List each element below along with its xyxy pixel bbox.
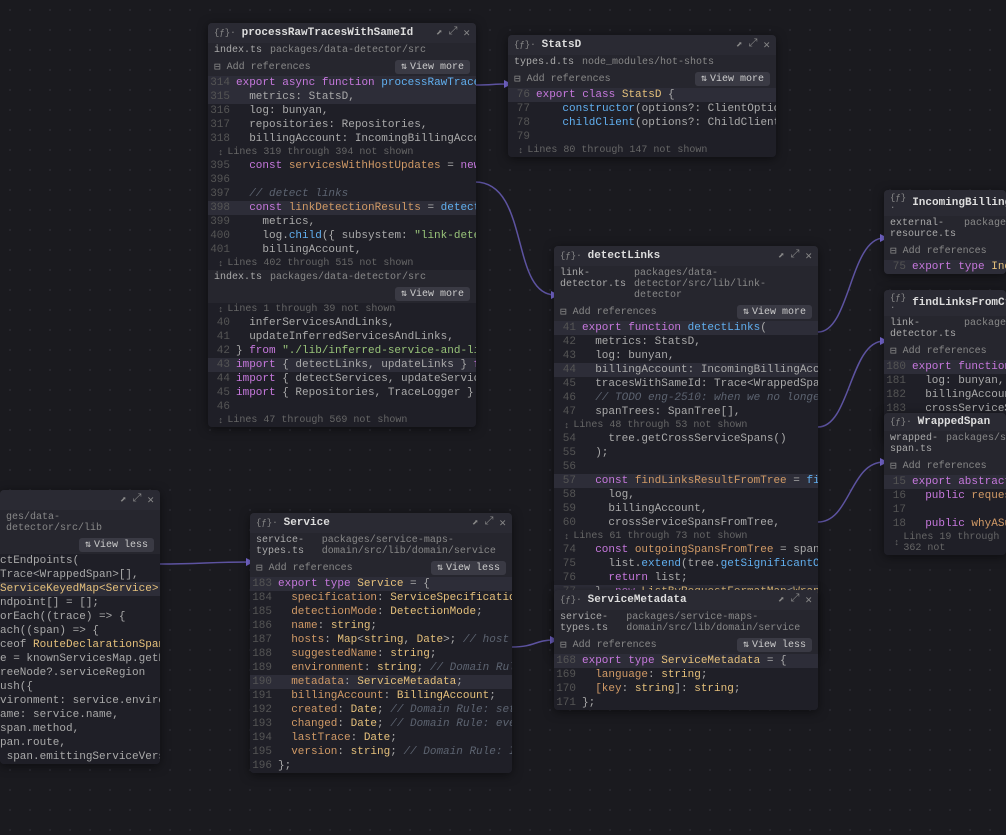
panel-title: IncomingBillingAccount <box>912 197 1006 209</box>
open-icon[interactable]: ⬈ <box>778 593 785 607</box>
add-references-button[interactable]: Add references <box>527 74 611 85</box>
close-icon[interactable]: ✕ <box>499 516 506 530</box>
expand-icon[interactable]: ⤢ <box>749 38 758 52</box>
panel-title: findLinksFromCrossServ <box>912 297 1006 309</box>
panel-header[interactable]: {ƒ}· detectLinks ⬈ ⤢ ✕ <box>554 246 818 266</box>
panel-incoming-billing-account: {ƒ}· IncomingBillingAccount external-res… <box>884 190 1006 274</box>
code-block[interactable]: 168export type ServiceMetadata = { 169 l… <box>554 654 818 710</box>
panel-header[interactable]: {ƒ}· IncomingBillingAccount <box>884 190 1006 216</box>
add-references-button[interactable]: Add references <box>903 346 987 357</box>
panel-file-path: ges/data-detector/src/lib <box>0 510 160 536</box>
view-less-button[interactable]: ⇅View less <box>79 538 154 552</box>
fold-indicator[interactable]: ↕Lines 1 through 39 not shown <box>208 303 476 316</box>
open-icon[interactable]: ⬈ <box>778 249 785 263</box>
code-block-2[interactable]: ↕Lines 1 through 39 not shown 40 inferSe… <box>208 303 476 427</box>
code-block[interactable]: 15export abstract class Wra 16 public re… <box>884 475 1006 555</box>
panel-file-path: wrapped-span.ts packages/ser <box>884 431 1006 457</box>
symbol-badge: {ƒ}· <box>890 417 912 427</box>
collapse-icon[interactable]: ⊟ <box>256 561 263 575</box>
collapse-icon[interactable]: ⊟ <box>560 305 567 319</box>
expand-icon[interactable]: ⤢ <box>791 249 800 263</box>
expand-icon[interactable]: ⤢ <box>791 593 800 607</box>
panel-file-path: index.ts packages/data-detector/src <box>208 43 476 58</box>
code-block[interactable]: 75export type IncomingBilli <box>884 260 1006 274</box>
symbol-badge: {ƒ}· <box>890 193 906 213</box>
symbol-badge: {ƒ}· <box>560 251 582 261</box>
symbol-badge: {ƒ}· <box>514 40 536 50</box>
panel-title: detectLinks <box>588 250 661 262</box>
expand-icon[interactable]: ⤢ <box>485 516 494 530</box>
fold-indicator[interactable]: ↕Lines 61 through 73 not shown <box>554 530 818 543</box>
symbol-badge: {ƒ}· <box>890 293 906 313</box>
expand-icon[interactable]: ⤢ <box>133 493 142 507</box>
collapse-icon[interactable]: ⊟ <box>890 459 897 473</box>
symbol-badge: {ƒ}· <box>256 518 278 528</box>
fold-indicator[interactable]: ↕Lines 48 through 53 not shown <box>554 419 818 432</box>
fold-indicator[interactable]: ↕Lines 319 through 394 not shown <box>208 146 476 159</box>
code-block[interactable]: 76export class StatsD { 77 constructor(o… <box>508 88 776 157</box>
open-icon[interactable]: ⬈ <box>120 493 127 507</box>
add-references-button[interactable]: Add references <box>573 640 657 651</box>
code-block[interactable]: 183export type Service = { 184 specifica… <box>250 577 512 773</box>
fold-indicator[interactable]: ↕Lines 402 through 515 not shown <box>208 257 476 270</box>
open-icon[interactable]: ⬈ <box>472 516 479 530</box>
code-block[interactable]: ctEndpoints( Trace<WrappedSpan>[], Servi… <box>0 554 160 764</box>
symbol-badge: {ƒ}· <box>214 28 236 38</box>
close-icon[interactable]: ✕ <box>463 26 470 40</box>
expand-icon[interactable]: ⤢ <box>449 26 458 40</box>
panel-title: Service <box>284 517 330 529</box>
panel-header[interactable]: {ƒ}· Service ⬈ ⤢ ✕ <box>250 513 512 533</box>
view-more-button[interactable]: ⇅View more <box>695 72 770 86</box>
open-icon[interactable]: ⬈ <box>736 38 743 52</box>
add-references-button[interactable]: Add references <box>903 246 987 257</box>
add-references-button[interactable]: Add references <box>903 461 987 472</box>
panel-file-path: service-types.ts packages/service-maps-d… <box>554 610 818 636</box>
close-icon[interactable]: ✕ <box>805 593 812 607</box>
collapse-icon[interactable]: ⊟ <box>890 344 897 358</box>
fold-indicator[interactable]: ↕Lines 19 through 362 not <box>884 531 1006 555</box>
panel-header[interactable]: {ƒ}· WrappedSpan <box>884 413 1006 431</box>
collapse-icon[interactable]: ⊟ <box>560 638 567 652</box>
add-references-button[interactable]: Add references <box>269 563 353 574</box>
collapse-icon[interactable]: ⊟ <box>214 60 221 74</box>
panel-file-path: external-resource.ts packages/data <box>884 216 1006 242</box>
view-less-button[interactable]: ⇅View less <box>431 561 506 575</box>
panel-title: WrappedSpan <box>918 416 991 428</box>
panel-left-clipped: ⬈ ⤢ ✕ ges/data-detector/src/lib ⇅View le… <box>0 490 160 764</box>
fold-indicator[interactable]: ↕Lines 80 through 147 not shown <box>508 144 776 157</box>
collapse-icon[interactable]: ⊟ <box>514 72 521 86</box>
panel-file-path: link-detector.ts packages/data <box>884 316 1006 342</box>
panel-wrapped-span: {ƒ}· WrappedSpan wrapped-span.ts package… <box>884 413 1006 555</box>
code-block[interactable]: 314export async function processRawTrace… <box>208 76 476 270</box>
panel-service: {ƒ}· Service ⬈ ⤢ ✕ service-types.ts pack… <box>250 513 512 773</box>
panel-title: ServiceMetadata <box>588 594 687 606</box>
panel-file-path-2: index.ts packages/data-detector/src <box>208 270 476 285</box>
panel-header[interactable]: ⬈ ⤢ ✕ <box>0 490 160 510</box>
close-icon[interactable]: ✕ <box>763 38 770 52</box>
panel-header[interactable]: {ƒ}· ServiceMetadata ⬈ ⤢ ✕ <box>554 590 818 610</box>
panel-title: StatsD <box>542 39 582 51</box>
open-icon[interactable]: ⬈ <box>436 26 443 40</box>
panel-service-metadata: {ƒ}· ServiceMetadata ⬈ ⤢ ✕ service-types… <box>554 590 818 710</box>
panel-statsd: {ƒ}· StatsD ⬈ ⤢ ✕ types.d.ts node_module… <box>508 35 776 157</box>
view-more-button[interactable]: ⇅View more <box>737 305 812 319</box>
view-more-button[interactable]: ⇅View more <box>395 287 470 301</box>
add-references-button[interactable]: Add references <box>573 307 657 318</box>
panel-file-path: link-detector.ts packages/data-detector/… <box>554 266 818 303</box>
fold-indicator[interactable]: ↕Lines 47 through 569 not shown <box>208 414 476 427</box>
panel-header[interactable]: {ƒ}· findLinksFromCrossServ <box>884 290 1006 316</box>
close-icon[interactable]: ✕ <box>805 249 812 263</box>
view-more-button[interactable]: ⇅View more <box>395 60 470 74</box>
view-less-button[interactable]: ⇅View less <box>737 638 812 652</box>
add-references-button[interactable]: Add references <box>227 62 311 73</box>
close-icon[interactable]: ✕ <box>147 493 154 507</box>
panel-title: processRawTracesWithSameId <box>242 27 414 39</box>
panel-header[interactable]: {ƒ}· StatsD ⬈ ⤢ ✕ <box>508 35 776 55</box>
panel-file-path: service-types.ts packages/service-maps-d… <box>250 533 512 559</box>
symbol-badge: {ƒ}· <box>560 595 582 605</box>
panel-file-path: types.d.ts node_modules/hot-shots <box>508 55 776 70</box>
collapse-icon[interactable]: ⊟ <box>890 244 897 258</box>
panel-header[interactable]: {ƒ}· processRawTracesWithSameId ⬈ ⤢ ✕ <box>208 23 476 43</box>
panel-process-raw-traces: {ƒ}· processRawTracesWithSameId ⬈ ⤢ ✕ in… <box>208 23 476 427</box>
